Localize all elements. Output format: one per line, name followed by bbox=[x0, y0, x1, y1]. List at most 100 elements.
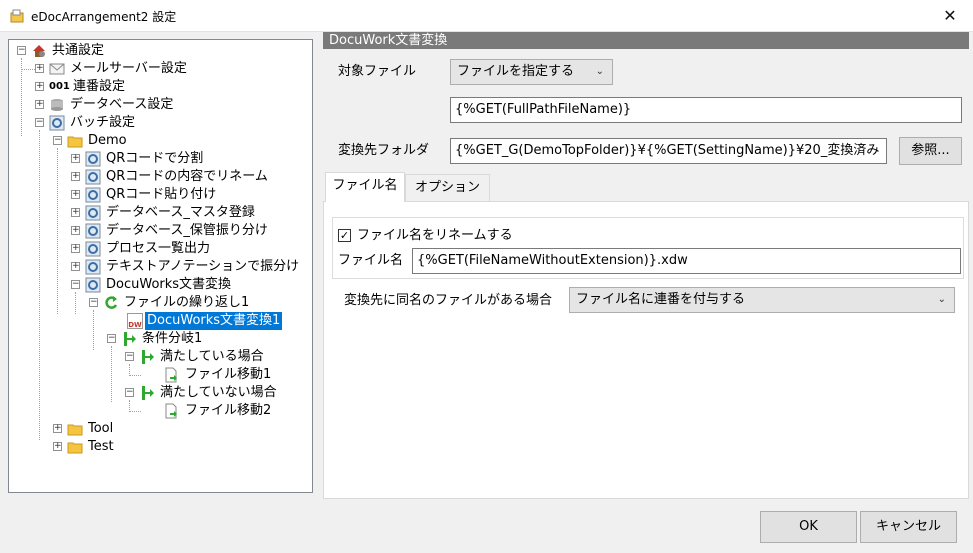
folder-icon bbox=[67, 136, 83, 148]
tree-item-file-move-2[interactable]: ファイル移動2 bbox=[9, 402, 309, 420]
duplicate-handling-select[interactable]: ファイル名に連番を付与する ⌄ bbox=[569, 287, 955, 313]
window-title: eDocArrangement2 設定 bbox=[31, 10, 177, 24]
collapse-icon[interactable]: − bbox=[71, 280, 80, 289]
tree-item-label: 条件分岐1 bbox=[142, 331, 203, 346]
tree-item-batch-job[interactable]: + データベース_マスタ登録 bbox=[9, 204, 309, 222]
tree-item-database[interactable]: + データベース設定 bbox=[9, 96, 309, 114]
target-file-mode-value: ファイルを指定する bbox=[457, 64, 575, 79]
collapse-icon[interactable]: − bbox=[53, 136, 62, 145]
expand-icon[interactable]: + bbox=[71, 172, 80, 181]
batch-gear-icon bbox=[85, 169, 101, 185]
rename-checkbox[interactable]: ✓ bbox=[338, 229, 351, 242]
chevron-down-icon: ⌄ bbox=[937, 294, 946, 305]
tree-item-batch-job[interactable]: + QRコード貼り付け bbox=[9, 186, 309, 204]
expand-icon[interactable]: + bbox=[35, 64, 44, 73]
collapse-icon[interactable]: − bbox=[89, 298, 98, 307]
batch-gear-icon bbox=[85, 259, 101, 275]
tree-item-batch-job[interactable]: + データベース_保管振り分け bbox=[9, 222, 309, 240]
expand-icon[interactable]: + bbox=[71, 244, 80, 253]
tree-item-label: 満たしていない場合 bbox=[160, 385, 277, 400]
loop-arrow-icon bbox=[105, 296, 118, 309]
title-bar: eDocArrangement2 設定 ✕ bbox=[0, 0, 973, 32]
tree-item-label: ファイル移動1 bbox=[185, 367, 272, 382]
tree-item-common-settings[interactable]: − 共通設定 bbox=[9, 42, 309, 60]
tree-item-label: ファイルの繰り返し1 bbox=[124, 295, 250, 310]
tree-item-label: QRコード貼り付け bbox=[106, 187, 217, 202]
expand-icon[interactable]: + bbox=[35, 100, 44, 109]
filename-label: ファイル名 bbox=[338, 253, 404, 268]
tree-item-label: データベース_マスタ登録 bbox=[106, 205, 255, 220]
tree-item-label: プロセス一覧出力 bbox=[106, 241, 211, 256]
collapse-icon[interactable]: − bbox=[35, 118, 44, 127]
target-file-path-input[interactable]: {%GET(FullPathFileName)} bbox=[450, 97, 962, 123]
tree-item-sequence[interactable]: + 001 連番設定 bbox=[9, 78, 309, 96]
filename-input[interactable]: {%GET(FileNameWithoutExtension)}.xdw bbox=[412, 248, 961, 274]
expand-icon[interactable]: + bbox=[53, 442, 62, 451]
duplicate-label: 変換先に同名のファイルがある場合 bbox=[344, 293, 553, 308]
collapse-icon[interactable]: − bbox=[125, 388, 134, 397]
folder-app-icon bbox=[10, 9, 24, 23]
number-001-icon: 001 bbox=[49, 81, 70, 92]
tree-item-mail-server[interactable]: + メールサーバー設定 bbox=[9, 60, 309, 78]
tab-options[interactable]: オプション bbox=[405, 174, 490, 201]
tree-item-label: QRコードで分割 bbox=[106, 151, 204, 166]
batch-gear-icon bbox=[85, 241, 101, 257]
expand-icon[interactable]: + bbox=[71, 190, 80, 199]
expand-icon[interactable]: + bbox=[71, 262, 80, 271]
tree-item-label: QRコードの内容でリネーム bbox=[106, 169, 268, 184]
tree-item-batch[interactable]: − バッチ設定 bbox=[9, 114, 309, 132]
browse-button[interactable]: 参照... bbox=[899, 137, 962, 165]
tree-item-condition-false[interactable]: − 満たしていない場合 bbox=[9, 384, 309, 402]
file-move-icon bbox=[165, 403, 177, 419]
tree-item-demo-folder[interactable]: − Demo bbox=[9, 132, 309, 150]
tree-item-label: バッチ設定 bbox=[70, 115, 136, 130]
tree-item-label: Test bbox=[88, 439, 114, 454]
expand-icon[interactable]: + bbox=[71, 226, 80, 235]
dest-folder-input[interactable]: {%GET_G(DemoTopFolder)}¥{%GET(SettingNam… bbox=[450, 138, 887, 164]
envelope-icon bbox=[49, 63, 65, 75]
tree-item-label: DocuWorks文書変換 bbox=[106, 277, 232, 292]
ok-button[interactable]: OK bbox=[760, 511, 857, 543]
batch-gear-icon bbox=[85, 223, 101, 239]
tree-item-file-move-1[interactable]: ファイル移動1 bbox=[9, 366, 309, 384]
tab-file-name[interactable]: ファイル名 bbox=[325, 172, 405, 202]
tree-item-docuworks-conversion-1[interactable]: DW DocuWorks文書変換1 bbox=[9, 312, 309, 330]
tree-item-label: 連番設定 bbox=[73, 79, 126, 94]
expand-icon[interactable]: + bbox=[35, 82, 44, 91]
tree-item-batch-job[interactable]: + QRコードの内容でリネーム bbox=[9, 168, 309, 186]
batch-gear-icon bbox=[85, 151, 101, 167]
cancel-button[interactable]: キャンセル bbox=[860, 511, 957, 543]
expand-icon[interactable]: + bbox=[71, 154, 80, 163]
tree-item-tool-folder[interactable]: + Tool bbox=[9, 420, 309, 438]
tree-item-test-folder[interactable]: + Test bbox=[9, 438, 309, 456]
tree-item-batch-job[interactable]: + プロセス一覧出力 bbox=[9, 240, 309, 258]
target-file-mode-select[interactable]: ファイルを指定する ⌄ bbox=[450, 59, 613, 85]
tree-item-batch-job[interactable]: + QRコードで分割 bbox=[9, 150, 309, 168]
tree-item-label: メールサーバー設定 bbox=[70, 61, 187, 76]
collapse-icon[interactable]: − bbox=[125, 352, 134, 361]
branch-icon bbox=[124, 332, 136, 346]
tree-item-label: DocuWorks文書変換1 bbox=[145, 312, 283, 330]
tree-item-batch-job[interactable]: + テキストアノテーションで振分け bbox=[9, 258, 309, 276]
close-icon[interactable]: ✕ bbox=[927, 0, 973, 32]
tree-item-label: テキストアノテーションで振分け bbox=[106, 259, 300, 274]
tree-item-condition-branch[interactable]: − 条件分岐1 bbox=[9, 330, 309, 348]
tree-item-label: 満たしている場合 bbox=[160, 349, 264, 364]
tree-item-label: Demo bbox=[88, 133, 127, 148]
branch-icon bbox=[142, 386, 154, 400]
expand-icon[interactable]: + bbox=[53, 424, 62, 433]
tree-item-docuworks-conversion[interactable]: − DocuWorks文書変換 bbox=[9, 276, 309, 294]
batch-gear-icon bbox=[85, 277, 101, 293]
docuworks-file-icon: DW bbox=[127, 313, 143, 329]
expand-icon[interactable]: + bbox=[71, 208, 80, 217]
rename-checkbox-label: ファイル名をリネームする bbox=[357, 228, 513, 243]
batch-gear-icon bbox=[49, 115, 65, 131]
branch-icon bbox=[142, 350, 154, 364]
collapse-icon[interactable]: − bbox=[107, 334, 116, 343]
tree-item-condition-true[interactable]: − 満たしている場合 bbox=[9, 348, 309, 366]
tree-item-label: 共通設定 bbox=[52, 43, 105, 58]
database-icon bbox=[51, 99, 63, 111]
settings-tree[interactable]: − 共通設定 + メールサーバー設定 + 001 連番設定 + データベース設定… bbox=[8, 39, 313, 493]
collapse-icon[interactable]: − bbox=[17, 46, 26, 55]
tree-item-file-loop[interactable]: − ファイルの繰り返し1 bbox=[9, 294, 309, 312]
